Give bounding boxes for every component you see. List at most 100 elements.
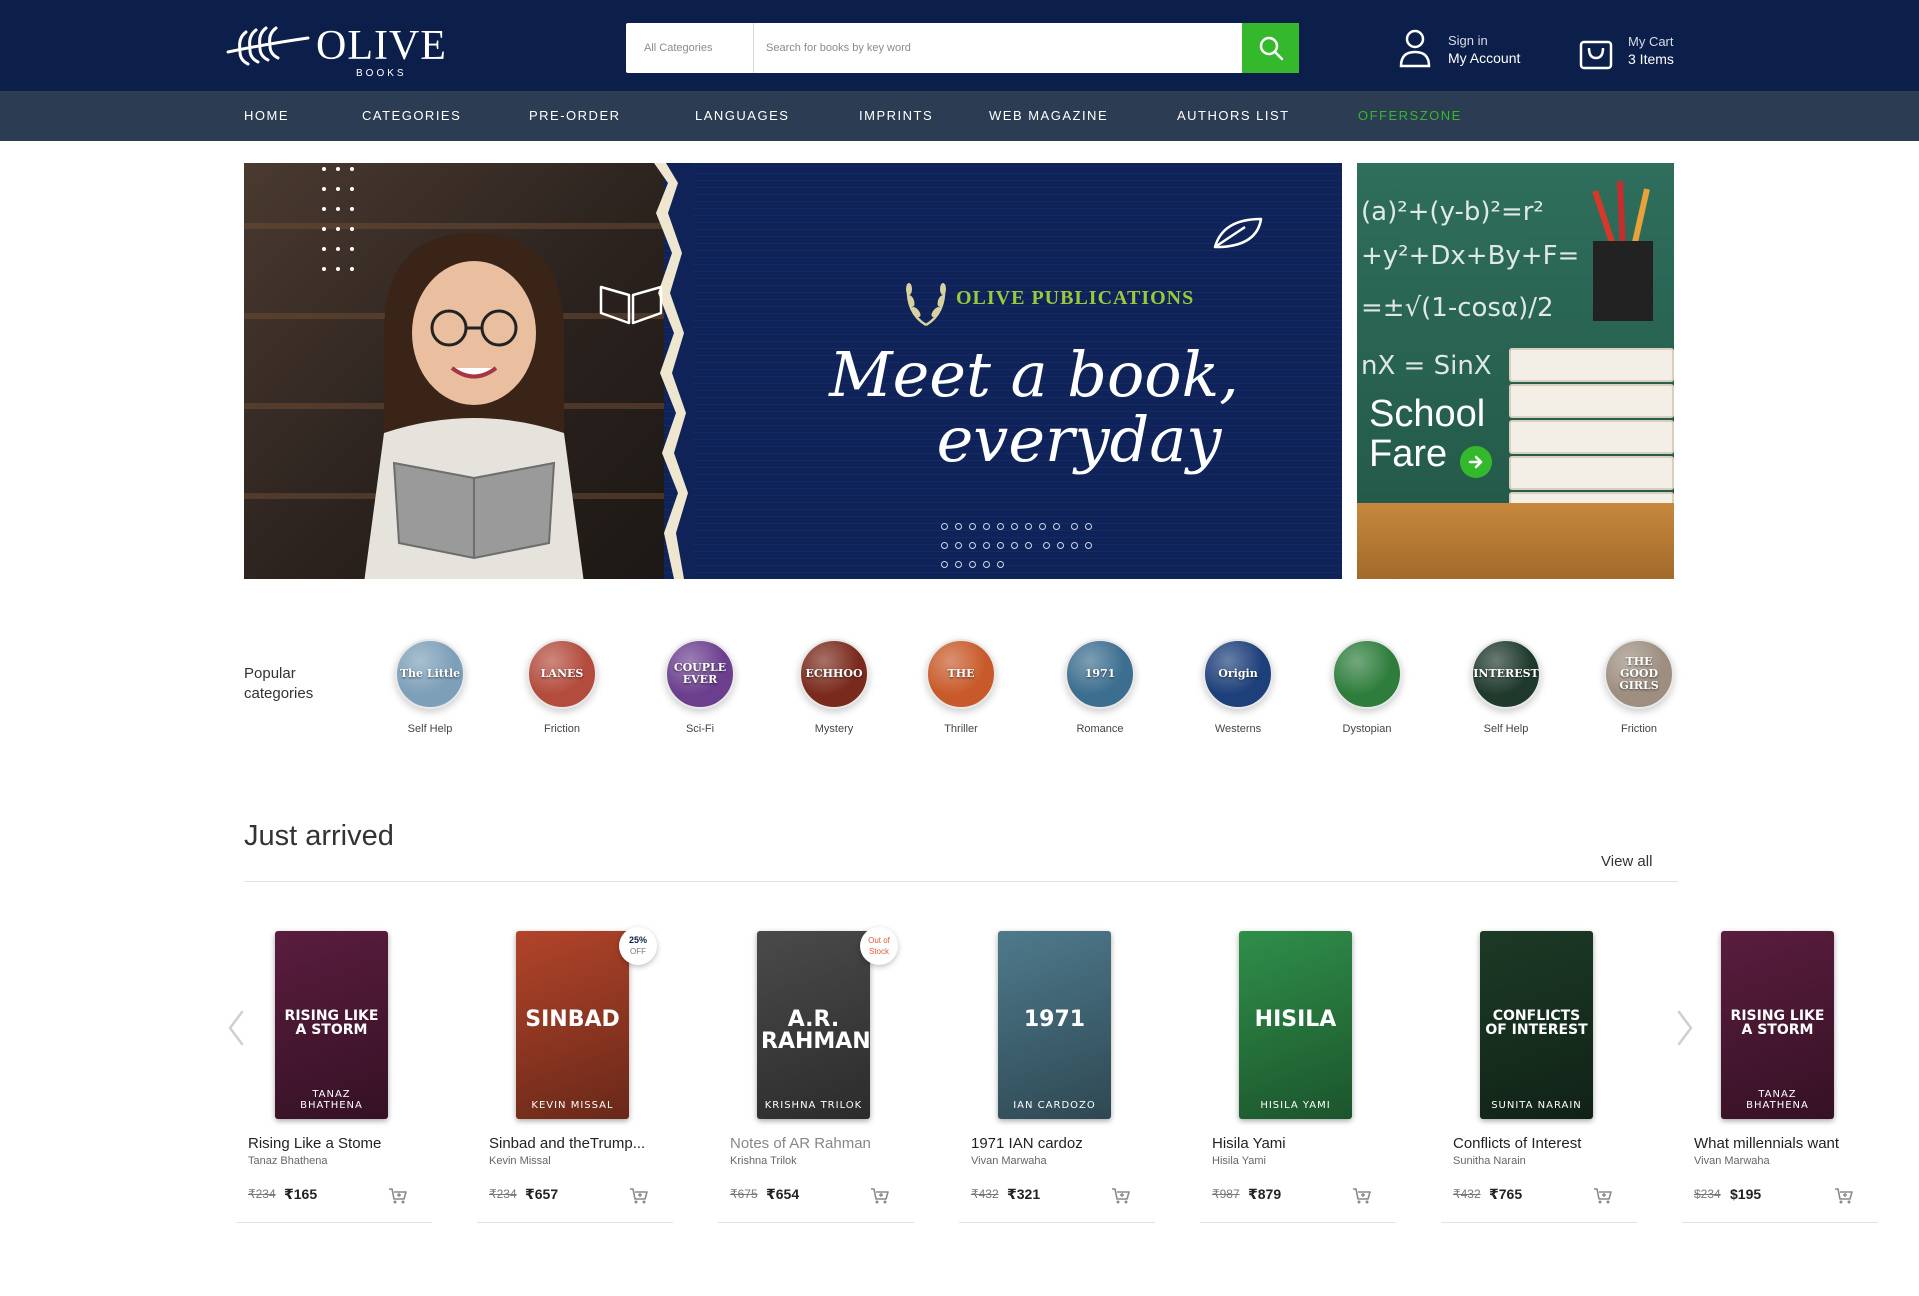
add-to-cart-icon[interactable] — [1834, 1187, 1854, 1205]
category-item[interactable]: LANES Friction — [512, 639, 612, 735]
dot-grid-decoration — [322, 167, 354, 271]
category-label: Thriller — [944, 723, 978, 735]
nav-web-magazine[interactable]: WEB MAGAZINE — [989, 108, 1108, 123]
category-label: Sci-Fi — [685, 723, 715, 735]
category-item[interactable]: THE Thriller — [911, 639, 1011, 735]
badge-line1: 25% — [628, 935, 647, 945]
category-label: Mystery — [814, 723, 854, 735]
book-cover-author: IAN CARDOZO — [1013, 1100, 1096, 1111]
book-card[interactable]: HISILA HISILA YAMI Hisila Yami Hisila Yami ₹… — [1200, 929, 1396, 1223]
book-cover-title: CONFLICTS OF INTEREST — [1485, 1008, 1588, 1038]
add-to-cart-icon[interactable] — [870, 1187, 890, 1205]
book-cover[interactable]: A.R. RAHMAN KRISHNA TRILOK — [757, 931, 870, 1119]
category-label: Friction — [1620, 723, 1658, 735]
add-to-cart-icon[interactable] — [388, 1187, 408, 1205]
book-cover-author: HISILA YAMI — [1260, 1100, 1331, 1111]
category-thumbnail: THE — [926, 639, 996, 709]
book-author: Vivan Marwaha — [1694, 1155, 1770, 1167]
publisher-title: OLIVE PUBLICATIONS — [956, 287, 1195, 309]
olive-books-logo[interactable]: OLIVE BOOKS — [226, 22, 456, 80]
book-stack-illustration — [1509, 348, 1674, 528]
add-to-cart-icon[interactable] — [1352, 1187, 1372, 1205]
book-cover[interactable]: SINBAD KEVIN MISSAL — [516, 931, 629, 1119]
search-category-select[interactable]: All Categories — [626, 23, 754, 73]
book-card[interactable]: CONFLICTS OF INTEREST SUNITA NARAIN Confli… — [1441, 929, 1637, 1223]
category-label: Romance — [1076, 723, 1124, 735]
nav-offerszone[interactable]: OFFERSZONE — [1358, 108, 1462, 123]
search-input[interactable] — [766, 23, 1226, 73]
add-to-cart-icon[interactable] — [629, 1187, 649, 1205]
book-cover[interactable]: RISING LIKE A STORM TANAZ BHATHENA — [1721, 931, 1834, 1119]
pencil-cup-illustration — [1592, 181, 1653, 321]
book-title[interactable]: Hisila Yami — [1212, 1135, 1286, 1152]
category-item[interactable]: Dystopian — [1317, 639, 1417, 735]
logo-text: OLIVE — [316, 23, 447, 69]
view-all-link[interactable]: View all — [1601, 853, 1652, 870]
book-title[interactable]: Notes of AR Rahman — [730, 1135, 871, 1152]
olive-branch-icon — [226, 26, 310, 66]
add-to-cart-icon[interactable] — [1111, 1187, 1131, 1205]
nav-home[interactable]: HOME — [244, 108, 289, 123]
sale-price: $195 — [1730, 1186, 1762, 1202]
book-cover-author: KRISHNA TRILOK — [764, 1100, 863, 1111]
category-item[interactable]: The Little Self Help — [380, 639, 480, 735]
book-title[interactable]: Rising Like a Stome — [248, 1135, 381, 1152]
just-arrived-title: Just arrived — [244, 820, 394, 852]
my-account-label: My Account — [1448, 50, 1521, 66]
category-item[interactable]: 1971 Romance — [1050, 639, 1150, 735]
book-author: Sunitha Narain — [1453, 1155, 1526, 1167]
nav-languages[interactable]: LANGUAGES — [695, 108, 789, 123]
category-thumbnail: COUPLE EVER — [665, 639, 735, 709]
nav-imprints[interactable]: IMPRINTS — [859, 108, 933, 123]
book-card[interactable]: RISING LIKE A STORM TANAZ BHATHENA Rising … — [236, 929, 432, 1223]
hero-banner[interactable]: OLIVE PUBLICATIONS Meet a book, everyday — [244, 163, 1342, 579]
book-cover-title: SINBAD — [525, 1007, 620, 1032]
shopping-bag-icon — [1579, 40, 1613, 70]
school-fare-banner[interactable]: (a)²+(y-b)²=r² +y²+Dx+By+F= =±√(1-cosα)/… — [1357, 163, 1674, 579]
book-title[interactable]: What millennials want — [1694, 1135, 1839, 1152]
book-card[interactable]: A.R. RAHMAN KRISHNA TRILOK Out of Stock Note… — [718, 927, 914, 1223]
cart-link[interactable]: My Cart 3 Items — [1578, 32, 1698, 76]
category-item[interactable]: ECHHOO Mystery — [784, 639, 884, 735]
book-cover-title: RISING LIKE A STORM — [284, 1008, 379, 1038]
add-to-cart-icon[interactable] — [1593, 1187, 1613, 1205]
search-bar: All Categories — [626, 23, 1299, 73]
school-fare-arrow-button[interactable] — [1460, 446, 1492, 478]
account-link[interactable]: Sign in My Account — [1398, 28, 1538, 72]
book-card[interactable]: SINBAD KEVIN MISSAL 25% OFF Sinbad and theTr… — [477, 927, 673, 1223]
book-cover[interactable]: CONFLICTS OF INTEREST SUNITA NARAIN — [1480, 931, 1593, 1119]
book-title[interactable]: Sinbad and theTrump... — [489, 1135, 645, 1152]
category-label: Self Help — [1483, 723, 1529, 735]
book-cover-title: A.R. RAHMAN — [761, 1007, 870, 1054]
nav-categories[interactable]: CATEGORIES — [362, 108, 461, 123]
original-price: ₹234 — [248, 1187, 276, 1201]
category-item[interactable]: Origin Westerns — [1188, 639, 1288, 735]
book-author: Kevin Missal — [489, 1155, 551, 1167]
sale-price: ₹165 — [284, 1186, 318, 1202]
book-title[interactable]: 1971 IAN cardoz — [971, 1135, 1083, 1152]
category-item[interactable]: INTEREST Self Help — [1456, 639, 1556, 735]
search-button[interactable] — [1242, 23, 1299, 73]
category-item[interactable]: THE GOOD GIRLS Friction — [1589, 639, 1689, 735]
hero-tagline-line2: everyday — [936, 403, 1222, 476]
school-fare-title-line2: Fare — [1369, 433, 1448, 475]
my-cart-label: My Cart — [1628, 34, 1674, 49]
category-cover-text: Origin — [1218, 667, 1258, 680]
book-cover[interactable]: HISILA HISILA YAMI — [1239, 931, 1352, 1119]
nav-authors-list[interactable]: AUTHORS LIST — [1177, 108, 1290, 123]
book-title[interactable]: Conflicts of Interest — [1453, 1135, 1581, 1152]
nav-pre-order[interactable]: PRE-ORDER — [529, 108, 621, 123]
category-cover-text: COUPLE EVER — [673, 661, 727, 686]
book-cover[interactable]: 1971 IAN CARDOZO — [998, 931, 1111, 1119]
search-icon — [1259, 36, 1283, 61]
category-thumbnail: INTEREST — [1471, 639, 1541, 709]
cart-count-label: 3 Items — [1628, 51, 1674, 67]
dot-pattern-decoration — [941, 523, 1111, 579]
book-card[interactable]: 1971 IAN CARDOZO 1971 IAN cardoz Vivan Marw… — [959, 929, 1155, 1223]
original-price: ₹432 — [971, 1187, 999, 1201]
category-item[interactable]: COUPLE EVER Sci-Fi — [650, 639, 750, 735]
book-card[interactable]: RISING LIKE A STORM TANAZ BHATHENA What mi… — [1682, 929, 1878, 1223]
book-cover[interactable]: RISING LIKE A STORM TANAZ BHATHENA — [275, 931, 388, 1119]
popular-categories-label: Popular categories — [244, 665, 314, 702]
book-author: Krishna Trilok — [730, 1155, 797, 1167]
